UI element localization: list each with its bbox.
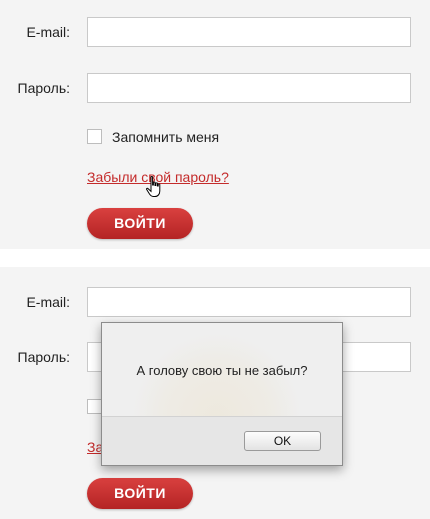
email-label: E-mail: — [26, 24, 70, 40]
alert-footer: OK — [102, 416, 342, 465]
password-label: Пароль: — [17, 349, 70, 365]
remember-me-checkbox[interactable] — [87, 399, 102, 414]
remember-me-checkbox[interactable] — [87, 129, 102, 144]
alert-dialog: А голову свою ты не забыл? OK — [101, 322, 343, 466]
password-label: Пароль: — [17, 80, 70, 96]
hand-cursor-icon — [146, 176, 161, 197]
login-form-top: E-mail: Пароль: Запомнить меня Забыли св… — [0, 0, 430, 249]
ok-button[interactable]: OK — [244, 431, 321, 451]
login-button[interactable]: ВОЙТИ — [87, 208, 193, 239]
login-button[interactable]: ВОЙТИ — [87, 478, 193, 509]
email-label: E-mail: — [26, 294, 70, 310]
email-field[interactable] — [87, 287, 411, 317]
remember-me-label[interactable]: Запомнить меня — [112, 129, 219, 145]
alert-message: А голову свою ты не забыл? — [136, 363, 308, 378]
email-field[interactable] — [87, 17, 411, 47]
password-field[interactable] — [87, 73, 411, 103]
